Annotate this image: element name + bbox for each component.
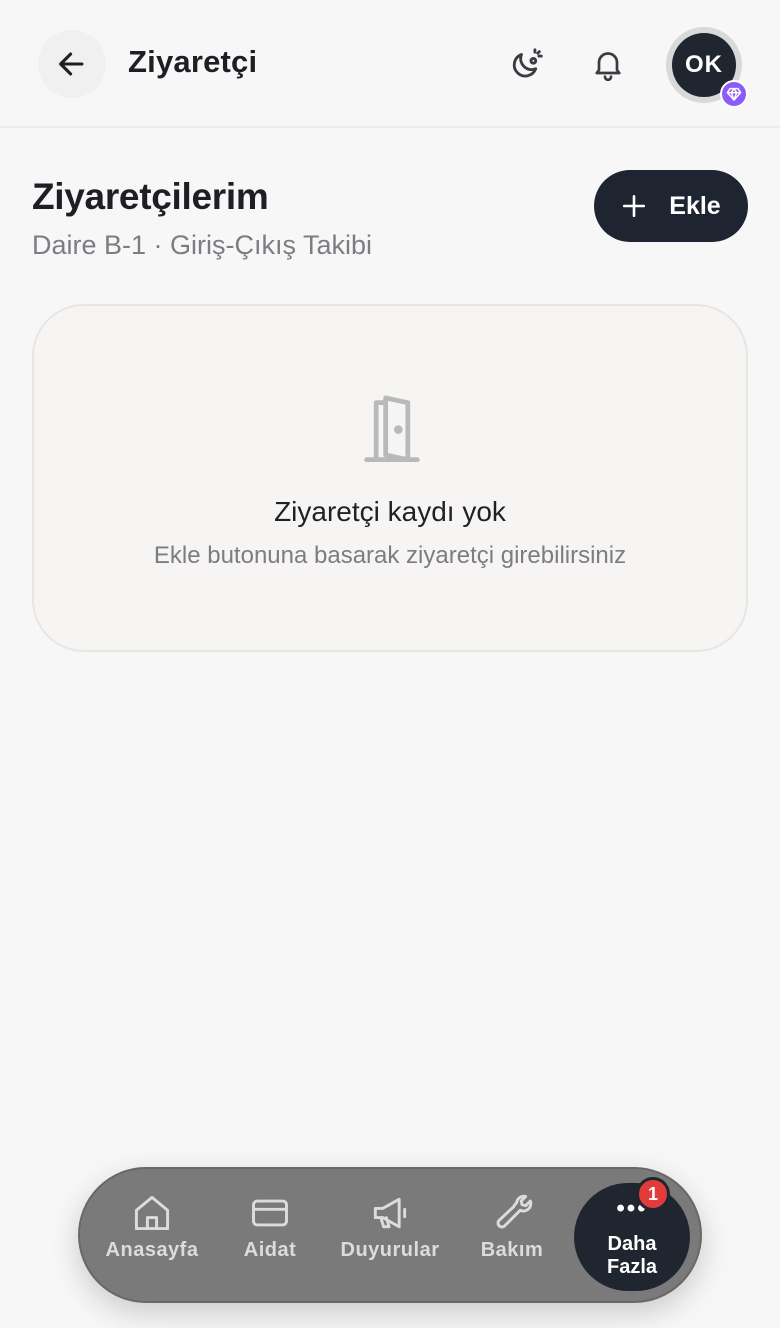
nav-item-duyurular[interactable]: Duyurular (330, 1191, 450, 1287)
home-icon (134, 1195, 170, 1231)
nav-label: Aidat (243, 1239, 297, 1261)
door-icon (364, 395, 420, 463)
empty-state-subtitle: Ekle butonuna basarak ziyaretçi girebili… (153, 542, 627, 569)
plus-icon (623, 194, 646, 218)
add-button-label: Ekle (669, 191, 721, 220)
notifications-button[interactable] (584, 40, 632, 88)
diamond-icon (726, 87, 742, 101)
empty-state-title: Ziyaretçi kaydı yok (274, 496, 506, 527)
wrench-icon (496, 1194, 533, 1229)
empty-state-card: Ziyaretçi kaydı yok Ekle butonuna basara… (32, 304, 748, 652)
section-subtitle: Daire B-1 · Giriş-Çıkış Takibi (32, 230, 373, 260)
nav-more-label-line2: Fazla (606, 1256, 658, 1278)
visitor-page: Ziyaretçi OK Ziyaretçilerim Daire B-1 · … (0, 0, 780, 1328)
card-icon (252, 1199, 288, 1227)
more-notification-badge: 1 (636, 1177, 670, 1211)
nav-label: Anasayfa (105, 1239, 199, 1261)
bell-icon (595, 52, 621, 82)
nav-item-more[interactable]: ••• Daha Fazla (574, 1183, 690, 1291)
add-visitor-button[interactable]: Ekle (594, 170, 748, 242)
nav-item-aidat[interactable]: Aidat (210, 1191, 330, 1287)
nav-label: Duyurular (340, 1239, 440, 1261)
arrow-left-icon (59, 52, 84, 76)
megaphone-icon (373, 1197, 407, 1229)
nav-item-anasayfa[interactable]: Anasayfa (92, 1191, 212, 1287)
moon-sun-icon (512, 48, 543, 78)
app-header: Ziyaretçi OK (0, 0, 780, 128)
page-title: Ziyaretçi (128, 44, 258, 79)
nav-label: Bakım (480, 1239, 544, 1261)
back-button[interactable] (38, 30, 106, 98)
section-title: Ziyaretçilerim (32, 176, 269, 217)
premium-badge (720, 80, 748, 108)
nav-item-bakim[interactable]: Bakım (452, 1191, 572, 1287)
theme-toggle-button[interactable] (503, 40, 551, 88)
bottom-navigation: Anasayfa Aidat Duyurular Bakım ••• Daha … (78, 1167, 702, 1303)
nav-more-label-line1: Daha (607, 1233, 657, 1255)
